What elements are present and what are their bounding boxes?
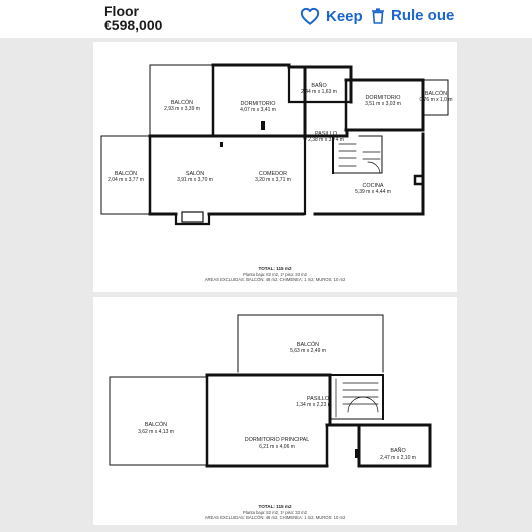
room-dims: 3,51 m x 3,03 m [365, 101, 401, 107]
trash-icon [371, 7, 385, 24]
room-dims: 2,93 m x 3,39 m [164, 106, 200, 112]
room-dims: 0,76 m x 1,0 m [419, 97, 452, 103]
keep-button[interactable]: Keep [300, 7, 363, 25]
room-dims: 2,38 m x 3,74 m [308, 137, 344, 143]
rule-out-button[interactable]: Rule oue [371, 7, 454, 24]
keep-label: Keep [326, 7, 363, 25]
room-dims: 3,91 m x 3,70 m [177, 177, 213, 183]
room-dims: 2,44 m x 1,63 m [301, 89, 337, 95]
room-name: BALCÓN [297, 341, 319, 348]
heart-icon [300, 7, 320, 25]
room-dims: 5,63 m x 2,49 m [290, 348, 326, 354]
plan-total: TOTAL: 115 m2 [258, 504, 291, 509]
room-name: SALÓN [186, 170, 204, 177]
room-dims: 3,20 m x 3,71 m [255, 177, 291, 183]
floor-plan-first: BALCÓN 5,63 m x 2,49 m PASILLO 1,34 m x … [93, 297, 457, 525]
floor-plan-ground: BALCÓN 2,93 m x 3,39 m DORMITORIO 4,07 m… [93, 42, 457, 292]
room-name: BALCÓN [145, 421, 167, 428]
room-dims: 2,04 m x 3,77 m [108, 177, 144, 183]
plan-excluded-areas: AREAS EXCLUIDAS: BALCÓN: 48 m2, CHIMENEA… [205, 515, 346, 520]
room-dims: 5,39 m x 4,44 m [355, 189, 391, 195]
top-bar: Floor €598,000 Keep Rule oue [0, 0, 532, 38]
room-dims: 6,21 m x 4,06 m [259, 444, 295, 450]
room-name: DORMITORIO PRINCIPAL [245, 437, 310, 443]
room-dims: 2,47 m x 2,10 m [380, 455, 416, 461]
plan-excluded-areas: AREAS EXCLUIDAS: BALCÓN: 48 m2, CHIMENEA… [205, 277, 346, 282]
floor-plan-first-drawing: BALCÓN 5,63 m x 2,49 m PASILLO 1,34 m x … [109, 314, 432, 520]
rule-out-label: Rule oue [391, 7, 455, 24]
room-name: BALCÓN [115, 170, 137, 177]
plan-total: TOTAL: 115 m2 [258, 266, 291, 271]
room-dims: 3,62 m x 4,13 m [138, 429, 174, 435]
room-name: BALCÓN [171, 99, 193, 106]
listing-price: €598,000 [104, 17, 163, 33]
room-name: BALCÓN [425, 90, 447, 97]
room-dims: 4,07 m x 3,41 m [240, 107, 276, 113]
floor-plan-ground-drawing: BALCÓN 2,93 m x 3,39 m DORMITORIO 4,07 m… [100, 63, 453, 282]
room-name: BAÑO [311, 82, 326, 89]
room-name: BAÑO [390, 447, 405, 454]
room-dims: 1,34 m x 2,23 m [296, 402, 332, 408]
